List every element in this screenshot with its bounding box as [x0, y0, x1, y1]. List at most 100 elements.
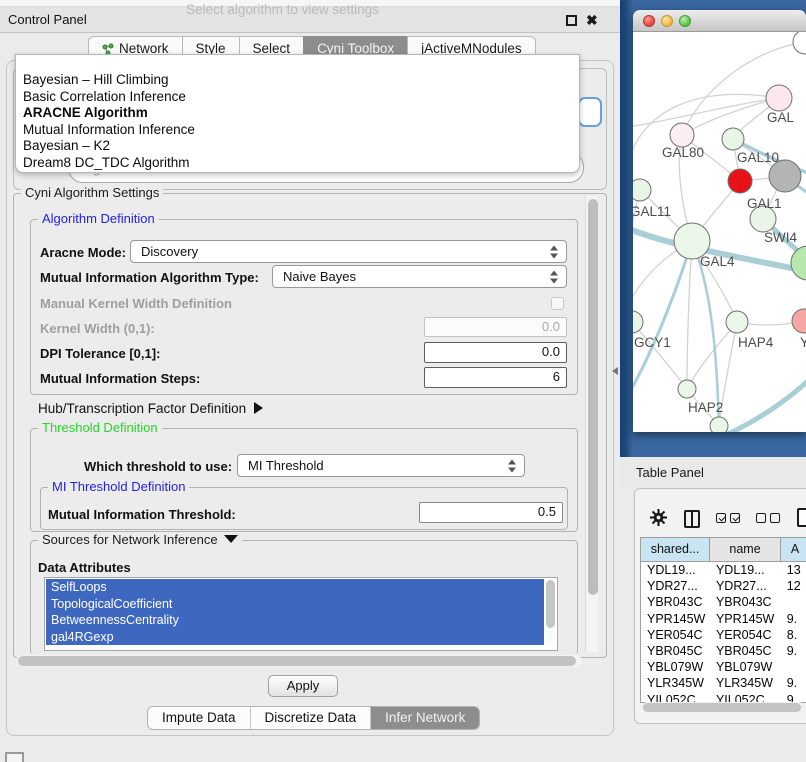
- list-item[interactable]: BetweennessCentrality: [46, 612, 544, 629]
- column-header-partial[interactable]: A: [781, 538, 806, 562]
- table-horizontal-scrollbar[interactable]: [642, 702, 804, 713]
- settings-vertical-scrollbar[interactable]: [585, 196, 598, 652]
- show-columns-icon[interactable]: [684, 510, 700, 528]
- which-threshold-combo[interactable]: MI Threshold: [237, 454, 525, 477]
- hub-definition-expander[interactable]: Hub/Transcription Factor Definition: [38, 401, 263, 416]
- aracne-mode-value: Discovery: [141, 241, 198, 262]
- which-threshold-value: MI Threshold: [248, 455, 324, 476]
- column-header-shared-name[interactable]: shared...: [641, 538, 710, 562]
- table-row[interactable]: YIL052CYIL052C9.: [641, 692, 806, 703]
- close-traffic-light-icon[interactable]: [643, 15, 655, 27]
- float-window-icon[interactable]: [566, 15, 577, 26]
- bottom-tabbar: Impute Data Discretize Data Infer Networ…: [147, 706, 480, 730]
- algorithm-option-dream8[interactable]: Dream8 DC_TDC Algorithm: [19, 155, 575, 172]
- data-attributes-list[interactable]: SelfLoops TopologicalCoefficient Between…: [44, 577, 558, 651]
- list-item[interactable]: SelfLoops: [46, 579, 544, 596]
- list-item[interactable]: TopologicalCoefficient: [46, 596, 544, 613]
- node-gal11[interactable]: [633, 179, 651, 201]
- algorithm-option-aracne[interactable]: ARACNE Algorithm: [19, 105, 575, 122]
- node-gal80[interactable]: [670, 123, 694, 147]
- list-vertical-scrollbar[interactable]: [546, 580, 555, 646]
- node-label: Y: [800, 335, 806, 350]
- table-row[interactable]: YBR043CYBR043C: [641, 594, 806, 610]
- manual-kernel-checkbox[interactable]: [551, 297, 564, 310]
- node-gal1-red[interactable]: [728, 169, 752, 193]
- node-gal10[interactable]: [722, 128, 744, 150]
- splitpane-collapse-icon[interactable]: [612, 367, 618, 375]
- network-canvas[interactable]: GAL GAL80 GAL10 GAL1 GAL11 SWI4 GAL4 GCY…: [633, 32, 806, 432]
- node-hap2[interactable]: [678, 380, 696, 398]
- table-row[interactable]: YBL079WYBL079W: [641, 659, 806, 675]
- table-row[interactable]: YBR045CYBR045C9.: [641, 643, 806, 659]
- which-threshold-label: Which threshold to use:: [84, 459, 232, 474]
- network-window-titlebar[interactable]: [633, 10, 806, 32]
- settings-scrollbar-thumb[interactable]: [588, 199, 598, 595]
- threshold-definition-title: Threshold Definition: [38, 420, 162, 435]
- aracne-mode-combo[interactable]: Discovery: [130, 240, 567, 263]
- mi-steps-field[interactable]: 6: [424, 367, 567, 388]
- network-graph: GAL GAL80 GAL10 GAL1 GAL11 SWI4 GAL4 GCY…: [633, 32, 806, 432]
- expand-right-icon: [254, 402, 263, 414]
- node-label: GAL11: [633, 204, 671, 219]
- mi-type-label: Mutual Information Algorithm Type:: [40, 270, 259, 285]
- tab-impute-data[interactable]: Impute Data: [148, 707, 251, 729]
- node-gal-pink[interactable]: [766, 85, 792, 111]
- network-view-window[interactable]: GAL GAL80 GAL10 GAL1 GAL11 SWI4 GAL4 GCY…: [633, 10, 806, 432]
- algorithm-option-mutual-information[interactable]: Mutual Information Inference: [19, 122, 575, 139]
- mi-type-combo[interactable]: Naive Bayes: [272, 265, 567, 288]
- mi-type-value: Naive Bayes: [283, 266, 356, 287]
- algorithm-option-basic-correlation[interactable]: Basic Correlation Inference: [19, 89, 575, 106]
- sources-title[interactable]: Sources for Network Inference: [38, 532, 242, 547]
- list-item[interactable]: gal4RGexp: [46, 629, 544, 646]
- settings-horizontal-scrollbar[interactable]: [16, 655, 582, 667]
- tab-discretize-data[interactable]: Discretize Data: [251, 707, 372, 729]
- table-row[interactable]: YPR145WYPR145W9.: [641, 611, 806, 627]
- gear-icon[interactable]: [650, 509, 667, 531]
- deselect-all-checkbox-icon[interactable]: [770, 513, 780, 523]
- minimize-traffic-light-icon[interactable]: [661, 15, 673, 27]
- tab-infer-network[interactable]: Infer Network: [371, 707, 479, 729]
- export-table-icon[interactable]: [797, 508, 806, 527]
- node-label: GAL80: [662, 145, 704, 160]
- kernel-width-field[interactable]: 0.0: [424, 317, 567, 337]
- node-hap4[interactable]: [726, 311, 748, 333]
- dpi-tolerance-field[interactable]: 0.0: [424, 342, 567, 363]
- algorithm-popup-placeholder: Select algorithm to view settings: [0, 2, 565, 17]
- list-scrollbar-thumb[interactable]: [546, 580, 555, 628]
- deselect-all-checkbox-icon[interactable]: [756, 513, 766, 523]
- select-all-checkbox-icon[interactable]: [716, 513, 726, 523]
- node-gcy1[interactable]: [633, 311, 643, 333]
- node-bright-green[interactable]: [791, 246, 806, 280]
- mi-threshold-field[interactable]: 0.5: [419, 502, 563, 523]
- sources-title-label: Sources for Network Inference: [42, 532, 218, 547]
- algorithm-option-bayesian-k2[interactable]: Bayesian – K2: [19, 138, 575, 155]
- table-row[interactable]: YDR27...YDR27...12: [641, 578, 806, 594]
- mi-threshold-label: Mutual Information Threshold:: [48, 507, 236, 522]
- manual-kernel-label: Manual Kernel Width Definition: [40, 296, 232, 311]
- node-label: HAP4: [738, 335, 774, 350]
- node-label: GAL10: [737, 150, 779, 165]
- node-label: HAP2: [688, 400, 723, 415]
- select-all-checkbox-icon[interactable]: [730, 513, 740, 523]
- table-row[interactable]: YDL19...YDL19...13: [641, 562, 806, 578]
- cyni-settings-title: Cyni Algorithm Settings: [21, 185, 163, 200]
- table-row[interactable]: YER054CYER054C8.: [641, 627, 806, 643]
- algorithm-option-bayesian-hill[interactable]: Bayesian – Hill Climbing: [19, 72, 575, 89]
- combo-spinner-icon: [550, 245, 558, 258]
- mi-steps-label: Mutual Information Steps:: [40, 371, 200, 386]
- minimized-panel-icon[interactable]: [5, 752, 24, 762]
- node-partial-top[interactable]: [793, 32, 806, 54]
- hscrollbar-thumb[interactable]: [18, 656, 576, 666]
- column-header-name[interactable]: name: [710, 538, 781, 562]
- table-body: YDL19...YDL19...13 YDR27...YDR27...12 YB…: [641, 562, 806, 702]
- zoom-traffic-light-icon[interactable]: [679, 15, 691, 27]
- table-hscrollbar-thumb[interactable]: [643, 703, 801, 712]
- close-icon[interactable]: ✖: [586, 11, 598, 29]
- table-row[interactable]: YLR345WYLR345W9.: [641, 675, 806, 691]
- node-salmon[interactable]: [792, 309, 806, 333]
- table-panel-title: Table Panel: [636, 457, 704, 488]
- combo-spinner-icon: [550, 270, 558, 283]
- node-partial-bottom[interactable]: [710, 417, 728, 432]
- apply-button[interactable]: Apply: [268, 675, 338, 697]
- algorithm-combo-focus-edge[interactable]: [578, 97, 602, 127]
